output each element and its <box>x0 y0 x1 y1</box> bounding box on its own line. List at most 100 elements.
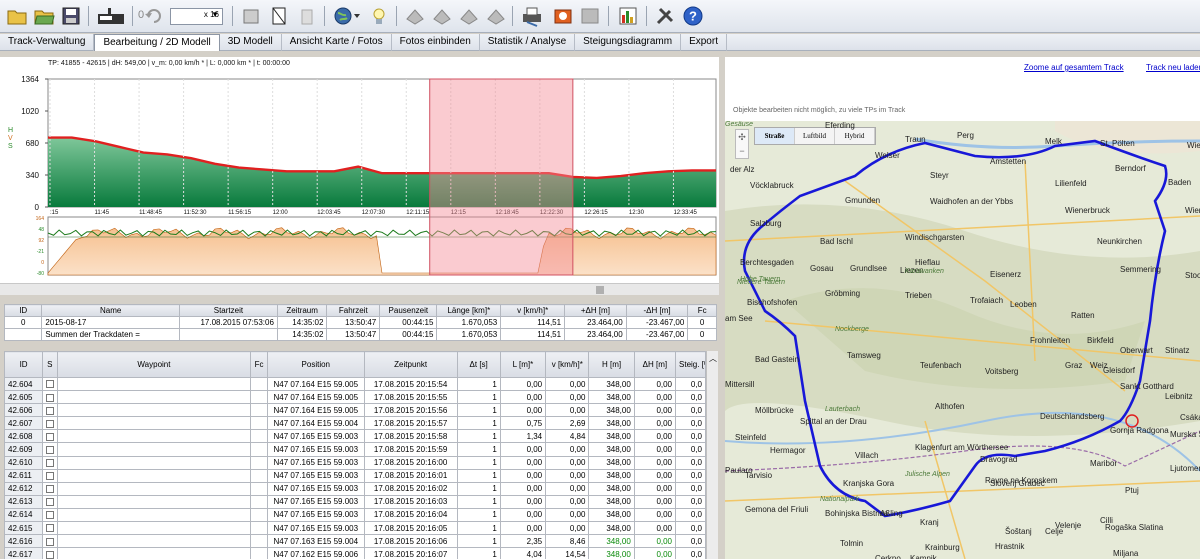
select-checkbox[interactable] <box>46 485 55 494</box>
select-checkbox[interactable] <box>46 419 55 428</box>
tab-3d-modell[interactable]: 3D Modell <box>220 34 282 51</box>
device-icon[interactable] <box>96 5 126 27</box>
select-checkbox[interactable] <box>46 524 55 533</box>
waypoint-header[interactable]: Steig. [%] <box>675 351 706 378</box>
tool-b-icon[interactable] <box>431 5 453 27</box>
waypoint-cell[interactable] <box>42 468 58 483</box>
print-icon[interactable] <box>520 5 546 27</box>
summary-header[interactable]: Fahrzeit <box>326 304 381 317</box>
waypoint-header[interactable]: ID <box>4 351 44 378</box>
select-checkbox[interactable] <box>46 498 55 507</box>
waypoint-cell[interactable] <box>42 403 58 418</box>
summary-header[interactable]: Länge [km]* <box>436 304 502 317</box>
waypoint-cell[interactable] <box>42 521 58 536</box>
summary-header[interactable]: +ΔH [m] <box>564 304 627 317</box>
tool-a-icon[interactable] <box>404 5 426 27</box>
statistics-icon[interactable] <box>617 5 639 27</box>
waypoint-cell[interactable] <box>42 481 58 496</box>
map-type-strasse[interactable]: Straße <box>755 128 795 144</box>
waypoint-header[interactable]: Position <box>266 351 365 378</box>
waypoint-header[interactable]: L [m]* <box>499 351 547 378</box>
undo-icon[interactable] <box>144 5 162 27</box>
tab-statistik[interactable]: Statistik / Analyse <box>480 34 576 51</box>
note-icon[interactable] <box>268 5 290 27</box>
tab-bearbeitung-2d[interactable]: Bearbeitung / 2D Modell <box>94 34 220 51</box>
bulb-icon[interactable] <box>368 5 390 27</box>
waypoint-cell[interactable] <box>42 455 58 470</box>
elevation-chart[interactable]: :15 11:45 11:48:45 11:52:30 11:56:15 12:00 12:… <box>0 57 719 295</box>
help-icon[interactable]: ? <box>682 5 704 27</box>
table-row[interactable]: 42.606 N47 07.164 E15 59.005 17.08.2015 20… <box>4 403 706 418</box>
zoom-out-icon[interactable]: − <box>736 144 748 158</box>
select-checkbox[interactable] <box>46 472 55 481</box>
summary-row[interactable]: Summen der Trackdaten = 14:35:02 13:50:47 0… <box>3 328 717 341</box>
summary-header[interactable]: Pausenzeit <box>379 304 438 317</box>
summary-header[interactable]: Startzeit <box>178 304 278 317</box>
select-checkbox[interactable] <box>46 511 55 520</box>
scroll-thumb[interactable] <box>596 286 604 294</box>
waypoint-header[interactable]: S <box>42 351 58 378</box>
map-type-luftbild[interactable]: Luftbild <box>795 128 835 144</box>
edit-icon[interactable] <box>240 5 262 27</box>
select-checkbox[interactable] <box>46 432 55 441</box>
open-folder-icon[interactable] <box>33 5 55 27</box>
table-row[interactable]: 42.612 N47 07.165 E15 59.003 17.08.2015 20… <box>4 481 706 496</box>
table-row[interactable]: 42.613 N47 07.165 E15 59.003 17.08.2015 20… <box>4 494 706 509</box>
waypoint-cell[interactable] <box>42 534 58 549</box>
tool-d-icon[interactable] <box>485 5 507 27</box>
select-checkbox[interactable] <box>46 393 55 402</box>
zoom-to-track-link[interactable]: Zoome auf gesamtem Track <box>1024 63 1124 72</box>
summary-header[interactable]: v [km/h]* <box>500 304 566 317</box>
table-row[interactable]: 42.610 N47 07.165 E15 59.003 17.08.2015 20… <box>4 455 706 470</box>
waypoint-header[interactable]: ΔH [m] <box>633 351 677 378</box>
tab-steigungsdiagramm[interactable]: Steigungsdiagramm <box>575 34 682 51</box>
folder-icon[interactable] <box>6 5 28 27</box>
reload-track-link[interactable]: Track neu laden <box>1146 63 1200 72</box>
select-checkbox[interactable] <box>46 537 55 546</box>
table-row[interactable]: 42.605 N47 07.164 E15 59.005 17.08.2015 20… <box>4 390 706 405</box>
select-checkbox[interactable] <box>46 550 55 559</box>
tab-fotos-einbinden[interactable]: Fotos einbinden <box>392 34 480 51</box>
save-icon[interactable] <box>60 5 82 27</box>
tab-export[interactable]: Export <box>681 34 727 51</box>
select-checkbox[interactable] <box>46 406 55 415</box>
tab-ansicht-karte[interactable]: Ansicht Karte / Fotos <box>282 34 392 51</box>
globe-icon[interactable] <box>332 5 362 27</box>
photo-icon[interactable] <box>552 5 574 27</box>
waypoint-header[interactable]: Zeitpunkt <box>363 351 458 378</box>
table-row[interactable]: 42.611 N47 07.165 E15 59.003 17.08.2015 20… <box>4 468 706 483</box>
waypoint-header[interactable]: v [km/h]* <box>545 351 590 378</box>
table-row[interactable]: 42.607 N47 07.164 E15 59.004 17.08.2015 20… <box>4 416 706 431</box>
summary-header[interactable]: ID <box>3 304 43 317</box>
select-checkbox[interactable] <box>46 445 55 454</box>
table-row[interactable]: 42.615 N47 07.165 E15 59.003 17.08.2015 20… <box>4 521 706 536</box>
chevron-up-icon[interactable]: ︿ <box>709 353 717 364</box>
chart-scrollbar[interactable] <box>0 283 719 295</box>
map-type-hybrid[interactable]: Hybrid <box>835 128 875 144</box>
pan-icon[interactable]: ✣ <box>736 130 748 144</box>
waypoint-cell[interactable] <box>42 376 58 392</box>
table-row[interactable]: 42.616 N47 07.163 E15 59.004 17.08.2015 20… <box>4 534 706 549</box>
settings-icon[interactable] <box>654 5 676 27</box>
summary-header[interactable]: Name <box>41 304 180 317</box>
delete-icon[interactable] <box>296 5 318 27</box>
waypoint-cell[interactable] <box>42 416 58 431</box>
summary-header[interactable]: -ΔH [m] <box>625 304 689 317</box>
waypoint-cell[interactable] <box>42 429 58 444</box>
waypoint-cell[interactable] <box>42 547 58 559</box>
waypoint-cell[interactable] <box>42 442 58 457</box>
waypoint-header[interactable]: Waypoint <box>56 351 252 378</box>
summary-header[interactable]: Zeitraum <box>276 304 328 317</box>
waypoint-cell[interactable] <box>42 390 58 405</box>
waypoint-header[interactable]: Fc <box>250 351 268 378</box>
waypoint-cell[interactable] <box>42 494 58 509</box>
tool-c-icon[interactable] <box>458 5 480 27</box>
waypoint-scrollbar[interactable]: ︿ <box>706 351 718 559</box>
table-row[interactable]: 42.617 N47 07.162 E15 59.006 17.08.2015 20… <box>4 547 706 559</box>
summary-row[interactable]: 0 2015-08-17 17.08.2015 07:53:06 14:35:02 13… <box>3 316 717 329</box>
waypoint-table[interactable]: ID S Waypoint Fc Position Zeitpunkt Δt [s] L [m… <box>4 351 706 559</box>
table-row[interactable]: 42.614 N47 07.165 E15 59.003 17.08.2015 20… <box>4 507 706 523</box>
zoom-select[interactable]: x 16 ▼ <box>170 8 223 25</box>
table-row[interactable]: 42.609 N47 07.165 E15 59.003 17.08.2015 20… <box>4 442 706 457</box>
table-row[interactable]: 42.604 N47 07.164 E15 59.005 17.08.2015 20… <box>4 376 706 392</box>
